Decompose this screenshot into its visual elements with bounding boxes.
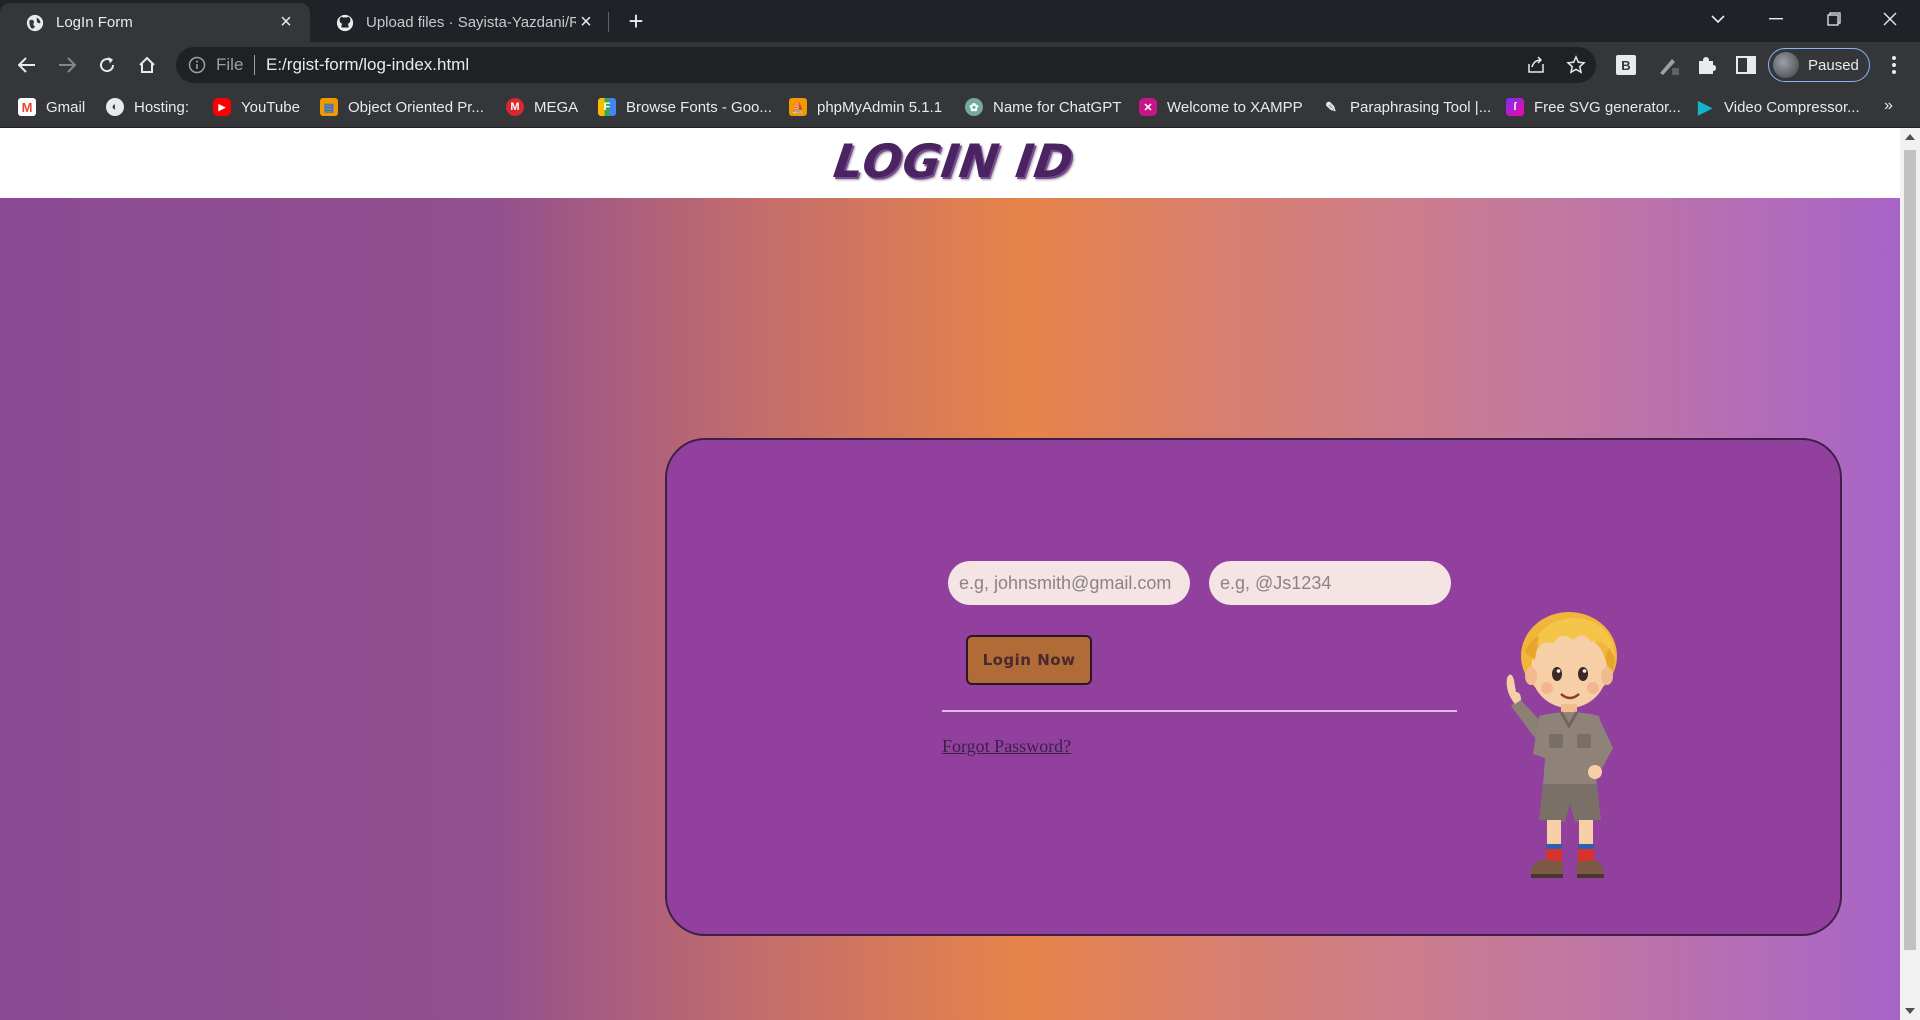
bookmarks-bar: M Gmail ◐ Hosting: ▶ YouTube ▤ Object Or…: [0, 88, 1920, 128]
tab-login-form[interactable]: LogIn Form ×: [0, 3, 310, 42]
bookmark-gmail[interactable]: M Gmail: [18, 98, 85, 116]
close-tab-icon[interactable]: ×: [276, 11, 296, 34]
url-text[interactable]: E:/rgist-form/log-index.html: [266, 55, 469, 75]
reload-icon[interactable]: [92, 50, 122, 80]
tab-search-icon[interactable]: [1690, 0, 1746, 38]
svg-generator-icon: ſ: [1506, 98, 1524, 116]
profile-button[interactable]: Paused: [1768, 48, 1870, 82]
globe-icon: ◐: [106, 98, 124, 116]
profile-status: Paused: [1808, 56, 1859, 74]
bookmark-label: Video Compressor...: [1724, 98, 1860, 116]
page-header: LOGIN ID: [0, 128, 1900, 198]
browser-menu-icon[interactable]: [1884, 54, 1904, 76]
forgot-password-link[interactable]: Forgot Password?: [942, 736, 1071, 757]
avatar: [1773, 52, 1799, 78]
phpmyadmin-icon: ⛵: [789, 98, 807, 116]
divider: [942, 710, 1457, 712]
back-icon[interactable]: [12, 50, 42, 80]
boy-pointing-illustration: [1506, 612, 1617, 878]
xampp-icon: ✕: [1139, 98, 1157, 116]
github-icon: [336, 14, 354, 31]
close-window-icon[interactable]: [1862, 0, 1918, 38]
bookmark-label: Gmail: [46, 98, 86, 116]
chatgpt-icon: ✿: [965, 98, 983, 116]
bookmark-label: YouTube: [241, 98, 300, 116]
restore-icon[interactable]: [1806, 0, 1862, 38]
page-viewport: LOGIN ID Login Now Forgot Password?: [0, 128, 1900, 1020]
play-icon: ▶: [1698, 96, 1712, 117]
scroll-down-icon[interactable]: [1905, 1008, 1915, 1014]
new-tab-icon[interactable]: +: [622, 7, 650, 35]
bookmark-label: Free SVG generator...: [1534, 98, 1681, 116]
bookmark-label: Name for ChatGPT: [993, 98, 1122, 116]
address-bar[interactable]: File E:/rgist-form/log-index.html: [176, 47, 1596, 83]
bookmark-phpmyadmin[interactable]: ⛵ phpMyAdmin 5.1.1: [789, 98, 942, 116]
extension-b-icon[interactable]: B: [1614, 53, 1638, 77]
bookmark-object-oriented[interactable]: ▤ Object Oriented Pr...: [320, 98, 484, 116]
google-fonts-icon: F: [598, 98, 616, 116]
bookmark-paraphrasing-tool[interactable]: ✎ Paraphrasing Tool |...: [1322, 98, 1491, 116]
bookmark-chatgpt[interactable]: ✿ Name for ChatGPT: [965, 98, 1121, 116]
close-tab-icon[interactable]: ×: [576, 11, 596, 34]
scroll-up-icon[interactable]: [1905, 134, 1915, 140]
tab-title: LogIn Form: [56, 14, 133, 31]
svg-text:B: B: [1621, 58, 1630, 73]
home-icon[interactable]: [132, 50, 162, 80]
pen-extension-icon[interactable]: [1656, 53, 1680, 77]
email-input[interactable]: [948, 561, 1190, 605]
bookmark-star-icon[interactable]: [1566, 55, 1586, 75]
tab-title: Upload files · Sayista-Yazdani/Reg: [366, 14, 576, 31]
bookmark-label: Object Oriented Pr...: [348, 98, 484, 116]
book-icon: ▤: [320, 98, 338, 116]
bookmark-hosting[interactable]: ◐ Hosting:: [106, 98, 189, 116]
password-input[interactable]: [1209, 561, 1451, 605]
bookmark-label: MEGA: [534, 98, 579, 116]
side-panel-icon[interactable]: [1734, 53, 1758, 77]
gmail-icon: M: [18, 98, 36, 116]
minimize-icon[interactable]: [1748, 0, 1804, 38]
gradient-background: Login Now Forgot Password?: [0, 198, 1900, 1020]
page-title: LOGIN ID: [830, 134, 1078, 188]
bookmark-video-compressor[interactable]: ▶ Video Compressor...: [1696, 96, 1860, 117]
browser-toolbar: File E:/rgist-form/log-index.html B Paus…: [0, 42, 1920, 88]
page-scrollbar[interactable]: [1900, 128, 1920, 1020]
bookmark-youtube[interactable]: ▶ YouTube: [213, 98, 300, 116]
extensions-puzzle-icon[interactable]: [1694, 53, 1718, 77]
youtube-icon: ▶: [213, 98, 231, 116]
bookmark-label: Paraphrasing Tool |...: [1350, 98, 1492, 116]
url-separator: [254, 55, 255, 75]
info-icon[interactable]: [188, 56, 206, 74]
feather-icon: ✎: [1325, 98, 1337, 115]
tab-upload-files[interactable]: Upload files · Sayista-Yazdani/Reg ×: [310, 3, 610, 42]
tab-separator: [608, 12, 609, 32]
bookmark-label: phpMyAdmin 5.1.1: [817, 98, 943, 116]
bookmark-label: Hosting:: [134, 98, 190, 116]
globe-icon: [26, 14, 44, 31]
scroll-thumb[interactable]: [1904, 150, 1916, 950]
login-card: Login Now Forgot Password?: [665, 438, 1842, 936]
forward-icon[interactable]: [52, 50, 82, 80]
bookmark-label: Welcome to XAMPP: [1167, 98, 1303, 116]
bookmark-mega[interactable]: M MEGA: [506, 98, 578, 116]
bookmark-xampp[interactable]: ✕ Welcome to XAMPP: [1139, 98, 1303, 116]
bookmark-free-svg-generator[interactable]: ſ Free SVG generator...: [1506, 98, 1681, 116]
url-scheme-label: File: [216, 55, 244, 74]
tab-strip: LogIn Form × Upload files · Sayista-Yazd…: [0, 0, 1920, 42]
bookmark-browse-fonts[interactable]: F Browse Fonts - Goo...: [598, 98, 772, 116]
share-icon[interactable]: [1526, 55, 1546, 75]
login-button[interactable]: Login Now: [966, 635, 1092, 685]
more-bookmarks-icon[interactable]: »: [1884, 97, 1893, 115]
bookmark-label: Browse Fonts - Goo...: [626, 98, 772, 116]
mega-icon: M: [506, 98, 524, 116]
